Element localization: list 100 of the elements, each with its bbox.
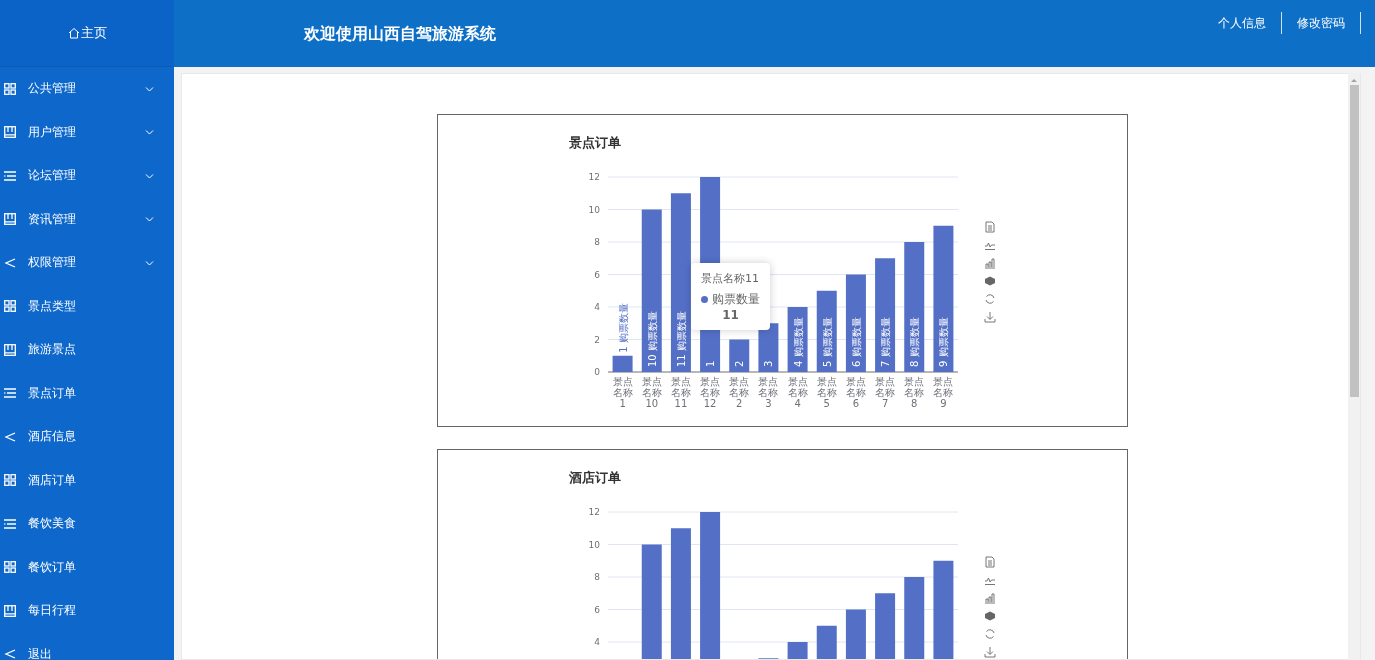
x-axis-label: 景点名称5 [815,376,838,409]
x-axis-label: 景点名称4 [786,376,809,409]
y-tick-label: 8 [594,237,600,247]
list-icon [4,388,16,399]
x-axis-label: 景点名称9 [932,376,955,409]
y-tick-label: 10 [588,539,600,550]
grid-icon [4,474,16,487]
share-icon [4,430,16,443]
sidebar-item[interactable]: 旅游景点 [0,328,174,372]
bar[interactable] [933,225,954,372]
list-icon [4,518,16,529]
bar[interactable] [670,528,691,659]
x-axis-label: 景点名称2 [728,376,751,409]
x-axis-label: 景点名称8 [903,376,926,409]
scrollbar-thumb[interactable] [1350,85,1359,397]
data-view-icon[interactable] [984,221,996,233]
home-icon [67,27,80,39]
bar-value-label: 5 购票数量 [821,317,833,367]
sidebar-item[interactable]: 景点类型 [0,284,174,328]
bar[interactable] [904,577,925,659]
bar[interactable] [641,209,662,372]
tooltip-series: 购票数量 [712,291,760,308]
bar[interactable] [875,258,896,372]
book-icon [4,343,16,356]
grid-icon [4,82,16,95]
bar-chart-icon[interactable] [984,592,996,604]
header-link[interactable]: 个人信息 [1203,12,1282,34]
bar[interactable] [816,625,837,659]
download-icon[interactable] [984,646,996,658]
book-icon [4,213,16,226]
bar[interactable] [700,512,721,659]
stack-icon[interactable] [984,610,996,622]
y-tick-label: 4 [594,637,600,647]
bar-value-label: 3 [763,360,775,367]
sidebar-item[interactable]: 权限管理 [0,241,174,285]
x-axis-label: 景点名称3 [757,376,780,409]
bar[interactable] [875,593,896,659]
bar[interactable] [816,290,837,372]
bar[interactable] [845,274,866,372]
x-axis-label: 景点名称10 [640,376,663,409]
sidebar-item[interactable]: 退出 [0,632,174,660]
x-axis-label: 景点名称7 [874,376,897,409]
bar[interactable] [758,323,779,372]
bar[interactable] [787,307,808,372]
bar[interactable] [933,560,954,659]
x-axis-label: 景点名称1 [611,376,634,409]
refresh-icon[interactable] [984,628,996,640]
sidebar-item[interactable]: 餐饮订单 [0,545,174,589]
y-tick-label: 4 [594,302,600,312]
bar-value-label: 6 购票数量 [850,317,862,367]
grid-icon [4,561,16,574]
scrollbar[interactable] [1348,73,1360,660]
book-icon [4,604,16,617]
bar-value-label: 1 购票数量 [617,303,629,353]
bar-chart-icon[interactable] [984,257,996,269]
sidebar-item[interactable]: 用户管理 [0,110,174,154]
y-tick-label: 6 [594,604,600,615]
sidebar-item[interactable]: 公共管理 [0,67,174,111]
y-tick-label: 10 [588,204,600,215]
chart-title: 酒店订单 [569,469,621,487]
y-tick-label: 0 [594,367,600,377]
data-view-icon[interactable] [984,556,996,568]
bar[interactable] [729,339,750,372]
y-tick-label: 8 [594,572,600,582]
x-axis-label: 景点名称11 [669,376,692,409]
bar-value-label: 11 购票数量 [675,311,687,367]
bar-value-label: 4 购票数量 [792,317,804,367]
bar-value-label: 10 购票数量 [646,311,658,367]
bar[interactable] [845,609,866,659]
list-icon [4,170,16,181]
share-icon [4,256,16,269]
bar[interactable] [787,642,808,659]
y-tick-label: 2 [594,334,600,345]
bar-value-label: 7 购票数量 [880,317,892,367]
stack-icon[interactable] [984,275,996,287]
home-link[interactable]: 主页 [67,24,107,42]
refresh-icon[interactable] [984,293,996,305]
sidebar-item[interactable]: 酒店订单 [0,458,174,502]
sidebar-item[interactable]: 每日行程 [0,589,174,633]
header-link[interactable]: 修改密码 [1282,12,1361,34]
tooltip-value: 11 [721,308,740,322]
download-icon[interactable] [984,311,996,323]
page-title: 欢迎使用山西自驾旅游系统 [304,24,496,45]
y-tick-label: 12 [588,507,600,517]
sidebar-item[interactable]: 论坛管理 [0,154,174,198]
bar[interactable] [612,355,633,372]
bar[interactable] [904,242,925,372]
bar-value-label: 1 [705,360,717,367]
bar[interactable] [641,544,662,659]
sidebar-item[interactable]: 资讯管理 [0,197,174,241]
book-icon [4,126,16,139]
share-icon [4,648,16,660]
bar[interactable] [670,193,691,372]
sidebar-item[interactable]: 餐饮美食 [0,502,174,546]
x-axis-label: 景点名称12 [699,376,722,409]
sidebar-item[interactable]: 景点订单 [0,371,174,415]
sidebar-item[interactable]: 酒店信息 [0,415,174,459]
bar-value-label: 9 购票数量 [938,317,950,367]
bar-value-label: 2 [734,360,746,367]
tooltip-title: 景点名称11 [701,271,760,286]
